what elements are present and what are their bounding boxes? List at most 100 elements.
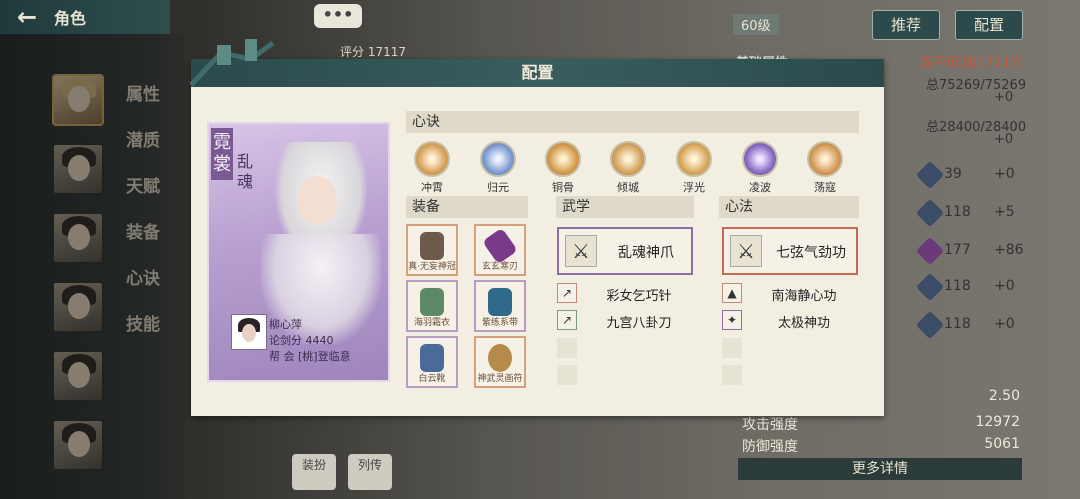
tab-biography[interactable]: 列传 <box>348 454 392 490</box>
equipment-name: 白云靴 <box>418 374 446 384</box>
attr-delta: +5 <box>994 204 1015 220</box>
wuxue-main-skill[interactable]: ⚔ 乱魂神爪 <box>557 227 693 275</box>
mp-delta: +0 <box>994 132 1014 147</box>
xinfa-main-skill[interactable]: ⚔ 七弦气劲功 <box>722 227 858 275</box>
avatar <box>231 314 267 350</box>
helmet-icon <box>420 232 444 260</box>
recommend-button[interactable]: 推荐 <box>872 10 940 40</box>
equipment-slot[interactable]: 海羽霜衣 <box>406 280 458 332</box>
character-face <box>297 176 337 224</box>
section-wuxue: 武学 <box>556 196 694 218</box>
skill-orb-icon <box>676 141 712 177</box>
attr-value: 118 <box>944 316 971 332</box>
empty-skill-slot[interactable] <box>557 365 577 385</box>
stat-row: 防御强度 5061 <box>740 436 1020 456</box>
attr-delta: +0 <box>994 166 1015 182</box>
meditation-icon: ▲ <box>722 283 742 303</box>
xinjue-skill[interactable]: 倾城 <box>609 141 647 195</box>
back-button[interactable]: ← <box>0 0 54 34</box>
more-details-button[interactable]: 更多详情 <box>738 458 1022 480</box>
martial-pose-icon: ⚔ <box>730 235 762 267</box>
skill-name: 南海静心功 <box>771 289 837 304</box>
attr-row: 39 +0 <box>880 160 1080 190</box>
section-xinjue: 心诀 <box>406 111 859 133</box>
attr-value: 118 <box>944 278 971 294</box>
gem-icon <box>915 272 945 302</box>
config-button[interactable]: 配置 <box>955 10 1023 40</box>
empty-skill-slot[interactable] <box>557 338 577 358</box>
gem-icon <box>915 310 945 340</box>
sword-icon: ↗ <box>557 310 577 330</box>
attr-row: 118 +0 <box>880 272 1080 302</box>
rank-text: 深不可测(17117) <box>920 56 1024 71</box>
hp-delta: +0 <box>994 90 1014 105</box>
skill-label: 浮光 <box>683 181 705 194</box>
xinjue-skill[interactable]: 归元 <box>479 141 517 195</box>
attr-row: 118 +0 <box>880 310 1080 340</box>
equipment-name: 真·无妄神冠 <box>408 262 456 272</box>
empty-skill-slot[interactable] <box>722 365 742 385</box>
needle-icon: ↗ <box>557 283 577 303</box>
xinfa-sub-skill[interactable]: ✦ 太极神功 <box>722 310 858 332</box>
skill-orb-icon <box>480 141 516 177</box>
attr-row: 118 +5 <box>880 198 1080 228</box>
skill-name: 彩女乞巧针 <box>606 289 672 304</box>
player-guild: 帮 会 [桃]登临意 <box>269 350 351 363</box>
decoration-icon <box>189 39 275 87</box>
equipment-slot[interactable]: 玄玄寒刃 <box>474 224 526 276</box>
robe-icon <box>420 288 444 316</box>
equipment-slot[interactable]: 真·无妄神冠 <box>406 224 458 276</box>
more-chip-button[interactable]: ••• <box>314 4 362 28</box>
attr-value: 39 <box>944 166 962 182</box>
attr-row: 177 +86 <box>880 236 1080 266</box>
belt-icon <box>488 288 512 316</box>
stat-row: 攻击强度 12972 <box>740 414 1020 434</box>
score-label: 评分 17117 <box>340 45 406 59</box>
equipment-slot[interactable]: 紫练系带 <box>474 280 526 332</box>
level-badge: 60级 <box>733 14 779 35</box>
character-portrait-card[interactable]: 霓裳 乱魂 柳心萍 论剑分 4440 帮 会 [桃]登临意 <box>207 122 390 382</box>
skill-label: 冲霄 <box>421 181 443 194</box>
modal-title: 配置 <box>191 59 884 87</box>
attr-delta: +0 <box>994 278 1015 294</box>
gem-icon <box>915 160 945 190</box>
stat-value: 12972 <box>975 414 1020 430</box>
skill-label: 归元 <box>487 181 509 194</box>
xinfa-sub-skill[interactable]: ▲ 南海静心功 <box>722 283 858 305</box>
skill-name: 七弦气劲功 <box>776 245 846 261</box>
player-score: 论剑分 4440 <box>269 334 334 347</box>
page-title: 角色 <box>54 9 87 28</box>
wuxue-sub-skill[interactable]: ↗ 九宫八卦刀 <box>557 310 693 332</box>
tab-outfit[interactable]: 装扮 <box>292 454 336 490</box>
equipment-slot[interactable]: 白云靴 <box>406 336 458 388</box>
empty-skill-slot[interactable] <box>722 338 742 358</box>
skill-label: 铜骨 <box>552 181 574 194</box>
stat-label: 攻击强度 <box>742 417 798 433</box>
xinjue-skill[interactable]: 铜骨 <box>544 141 582 195</box>
skill-orb-icon <box>807 141 843 177</box>
wuxue-sub-skill[interactable]: ↗ 彩女乞巧针 <box>557 283 693 305</box>
attr-value: 177 <box>944 242 971 258</box>
top-bar: ← 角色 <box>0 0 170 34</box>
skill-label: 倾城 <box>617 181 639 194</box>
xinjue-skill[interactable]: 冲霄 <box>413 141 451 195</box>
xinjue-skill[interactable]: 荡寇 <box>806 141 844 195</box>
xinjue-skill[interactable]: 浮光 <box>675 141 713 195</box>
outfit-title: 霓裳 <box>211 128 233 180</box>
section-xinfa: 心法 <box>719 196 859 218</box>
skill-orb-icon <box>742 141 778 177</box>
equipment-name: 紫练系带 <box>481 318 518 328</box>
fighter-icon: ✦ <box>722 310 742 330</box>
xinjue-skill[interactable]: 凌波 <box>741 141 779 195</box>
gem-icon <box>915 236 945 266</box>
arrow-left-icon: ← <box>16 3 38 31</box>
equipment-name: 神武灵画符 <box>477 374 523 384</box>
stat-label: 防御强度 <box>742 439 798 455</box>
equipment-slot[interactable]: 神武灵画符 <box>474 336 526 388</box>
talisman-icon <box>488 344 512 372</box>
player-name: 柳心萍 <box>269 318 302 331</box>
skill-orb-icon <box>545 141 581 177</box>
gem-icon <box>915 198 945 228</box>
boots-icon <box>420 344 444 372</box>
skill-orb-icon <box>610 141 646 177</box>
